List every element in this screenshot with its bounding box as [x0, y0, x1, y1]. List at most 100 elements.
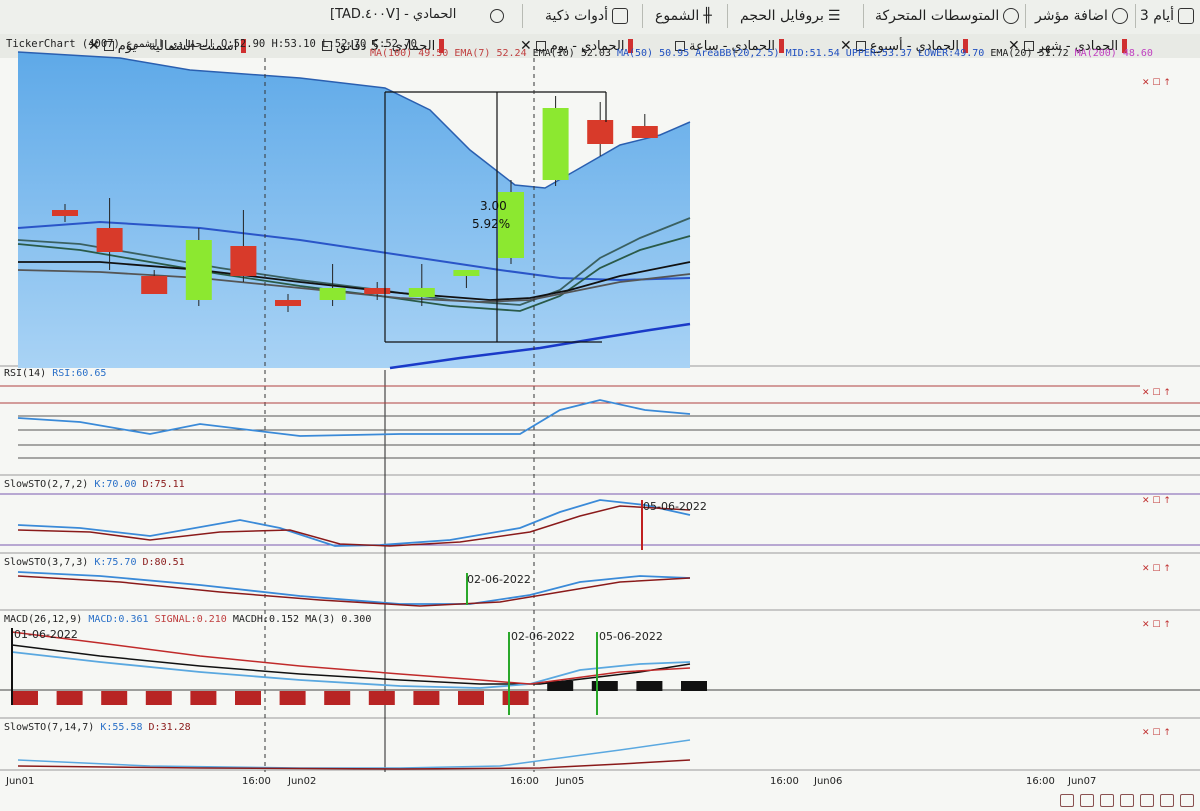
macd-histogram: [12, 681, 707, 705]
sto1-label: SlowSTO(2,7,2) K:70.00 D:75.11: [4, 479, 185, 490]
sto2-marker-date: 02-06-2022: [467, 573, 531, 586]
macd-date-3: 05-06-2022: [599, 630, 663, 643]
candle-body-down: [364, 288, 391, 294]
sto2-panel-controls[interactable]: ✕ ☐ ↑: [1142, 564, 1171, 574]
measure-change: 3.00: [480, 199, 507, 213]
sto2-name: SlowSTO(3,7,3): [4, 557, 89, 568]
macd-histogram-value: MACDH:0.152: [232, 614, 300, 625]
sto3-k: K:55.58: [100, 722, 143, 733]
macd-histogram-bar: [145, 691, 172, 705]
rsi-value: RSI:60.65: [52, 368, 107, 379]
candle-body-down: [275, 300, 301, 306]
macd-histogram-bar: [279, 691, 306, 705]
candle-body-down: [141, 276, 168, 294]
time-label: 16:00: [770, 776, 799, 787]
candle-body-down: [230, 246, 257, 276]
search-icon[interactable]: [1140, 794, 1154, 807]
macd-panel-controls[interactable]: ✕ ☐ ↑: [1142, 620, 1171, 630]
fit-icon[interactable]: [1100, 794, 1114, 807]
ticker-header: TickerChart الحمادي الشموع (4007) O:52.9…: [6, 38, 417, 50]
candle-body-up: [542, 108, 569, 180]
rsi-panel-controls[interactable]: ✕ ☐ ↑: [1142, 388, 1171, 398]
slow-sto-2-panel: 02-06-2022: [17, 571, 691, 607]
ma200-value: 48.60: [1122, 48, 1153, 59]
main-panel-controls[interactable]: ✕ ☐ ↑: [1142, 78, 1171, 88]
candle-body-up: [408, 288, 435, 297]
candle: [542, 96, 569, 186]
ticker-chart-window: 3 أيام اضافة مؤشر المتوسطات المتحركة برو…: [0, 0, 1200, 811]
macd-panel: 01-06-2022 02-06-2022 05-06-2022: [0, 628, 1200, 715]
macd-signal: SIGNAL:0.210: [154, 614, 227, 625]
ma100-value: 49.50: [418, 48, 449, 59]
macd-histogram-bar: [458, 691, 484, 705]
zoom-out-icon[interactable]: [1080, 794, 1094, 807]
link-icon[interactable]: [1120, 794, 1134, 807]
measure-percent: 5.92%: [472, 217, 510, 231]
bb-mid: MID:51.54: [785, 48, 840, 59]
macd-ma-label: MA(3): [305, 614, 336, 625]
ma100-label: MA(100): [370, 48, 413, 59]
sto3-d: D:31.28: [148, 722, 191, 733]
macd-histogram-bar: [681, 681, 707, 691]
macd-histogram-bar: [56, 691, 83, 705]
macd-histogram-bar: [636, 681, 663, 691]
sto1-name: SlowSTO(2,7,2): [4, 479, 89, 490]
candle-body-up: [453, 270, 480, 276]
ma50-label: MA(50): [616, 48, 654, 59]
ema20-value: 51.72: [1038, 48, 1069, 59]
sto1-d: D:75.11: [142, 479, 185, 490]
macd-label: MACD(26,12,9) MACD:0.361 SIGNAL:0.210 MA…: [4, 614, 371, 625]
macd-histogram-bar: [368, 691, 395, 705]
sto2-d: D:80.51: [142, 557, 185, 568]
macd-histogram-bar: [235, 691, 261, 705]
time-label: Jun02: [288, 776, 317, 787]
sto2-label: SlowSTO(3,7,3) K:75.70 D:80.51: [4, 557, 185, 568]
macd-histogram-bar: [413, 691, 440, 705]
ticker-ohlc: TickerChart الحمادي الشموع (4007) O:52.9…: [6, 38, 417, 50]
time-label: Jun07: [1068, 776, 1097, 787]
zoom-in-icon[interactable]: [1060, 794, 1074, 807]
bollinger-band-area: [17, 51, 691, 370]
slow-sto-1-panel: 05-06-2022: [0, 493, 1200, 550]
sto1-panel-controls[interactable]: ✕ ☐ ↑: [1142, 496, 1171, 506]
ema7-label: EMA(7): [454, 48, 491, 59]
macd-histogram-bar: [324, 691, 351, 705]
macd-histogram-bar: [190, 691, 217, 705]
ema10-value: 52.03: [580, 48, 611, 59]
bb-upper: UPPER:53.37: [845, 48, 913, 59]
ema7-value: 52.24: [496, 48, 527, 59]
candle-body-down: [631, 126, 658, 138]
areabb-label: AreaBB(20,2.5): [695, 48, 780, 59]
sto1-k: K:70.00: [94, 479, 137, 490]
sto3-name: SlowSTO(7,14,7): [4, 722, 95, 733]
macd-date-1: 01-06-2022: [14, 628, 78, 641]
time-label: Jun06: [814, 776, 843, 787]
sto3-label: SlowSTO(7,14,7) K:55.58 D:31.28: [4, 722, 191, 733]
scroll-end-icon[interactable]: [1180, 794, 1194, 807]
ema10-label: EMA(10): [532, 48, 575, 59]
ma50-value: 50.95: [659, 48, 690, 59]
ma200-label: MA(200): [1074, 48, 1117, 59]
macd-histogram-bar: [502, 691, 529, 705]
settings-icon[interactable]: [1160, 794, 1174, 807]
macd-histogram-bar: [12, 691, 38, 705]
macd-histogram-bar: [101, 691, 128, 705]
candle-body-up: [185, 240, 212, 300]
macd-value: MACD:0.361: [88, 614, 149, 625]
rsi-label: RSI(14) RSI:60.65: [4, 368, 106, 379]
time-label: 16:00: [242, 776, 271, 787]
macd-name: MACD(26,12,9): [4, 614, 83, 625]
indicator-legend: MA(100) 49.50 EMA(7) 52.24 EMA(10) 52.03…: [370, 48, 1153, 59]
time-label: 16:00: [1026, 776, 1055, 787]
sto3-panel-controls[interactable]: ✕ ☐ ↑: [1142, 728, 1171, 738]
bottom-toolbar: [1060, 794, 1194, 807]
time-label: Jun05: [556, 776, 585, 787]
bb-lower: LOWER:49.70: [918, 48, 985, 59]
candle-body-up: [319, 288, 346, 300]
rsi-name: RSI(14): [4, 368, 47, 379]
chart-canvas[interactable]: 3.00 5.92% 05-06-2022 02-06-2022 01-06-2…: [0, 0, 1200, 811]
candle-body-down: [96, 228, 123, 252]
macd-date-2: 02-06-2022: [511, 630, 575, 643]
slow-sto-3-panel: [17, 739, 691, 770]
rsi-panel: [0, 385, 1200, 459]
